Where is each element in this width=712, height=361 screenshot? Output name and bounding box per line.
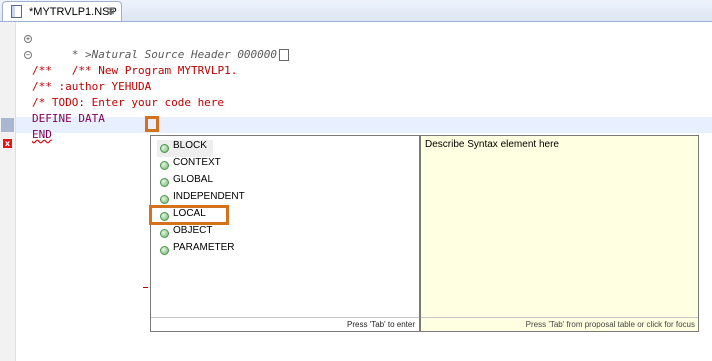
code-line-5: /* TODO: Enter your code here [32, 96, 225, 109]
keyword-icon [160, 144, 169, 153]
code-line-1: + * >Natural Source Header 000000 [24, 31, 290, 61]
collapsed-marker-icon [279, 49, 290, 61]
keyword-icon [160, 246, 169, 255]
code-line-7: END [32, 128, 52, 141]
file-icon [11, 5, 22, 18]
code-fragment [143, 287, 148, 288]
keyword-icon [160, 178, 169, 187]
cursor-highlight [145, 116, 159, 132]
content-assist-list[interactable]: BLOCK CONTEXT GLOBAL INDEPENDENT LOCAL O… [150, 135, 420, 332]
collapse-fold-icon[interactable]: − [24, 51, 32, 59]
code-line-6: DEFINE DATA [32, 112, 105, 125]
expand-fold-icon[interactable]: + [24, 35, 32, 43]
description-popup[interactable]: Describe Syntax element here Press 'Tab'… [420, 135, 699, 332]
proposal-context[interactable]: CONTEXT [157, 157, 227, 174]
keyword-icon [160, 229, 169, 238]
local-highlight [149, 205, 229, 225]
proposal-object[interactable]: OBJECT [157, 225, 218, 242]
tab-title: *MYTRVLP1.NSP [29, 6, 117, 18]
keyword-icon [160, 161, 169, 170]
code-line-3: /** [32, 64, 52, 77]
keyword-icon [160, 195, 169, 204]
editor-tab[interactable]: *MYTRVLP1.NSP ⊠ [2, 1, 122, 21]
current-line-highlight [16, 117, 712, 133]
description-status-bar: Press 'Tab' from proposal table or click… [421, 317, 698, 331]
error-icon[interactable]: x [3, 139, 12, 148]
proposal-parameter[interactable]: PARAMETER [157, 242, 241, 259]
current-line-marker [1, 118, 14, 132]
editor-tab-bar: *MYTRVLP1.NSP ⊠ [0, 0, 712, 22]
close-icon[interactable]: ⊠ [107, 2, 115, 22]
code-line-4: /** :author YEHUDA [32, 80, 152, 93]
vertical-ruler: x [0, 22, 16, 361]
proposal-global[interactable]: GLOBAL [157, 174, 219, 191]
proposal-status-bar: Press 'Tab' to enter [151, 317, 419, 331]
description-text: Describe Syntax element here [425, 139, 559, 150]
code-line-2: −/** New Program MYTRVLP1. [24, 51, 238, 77]
proposal-block[interactable]: BLOCK [157, 140, 213, 157]
